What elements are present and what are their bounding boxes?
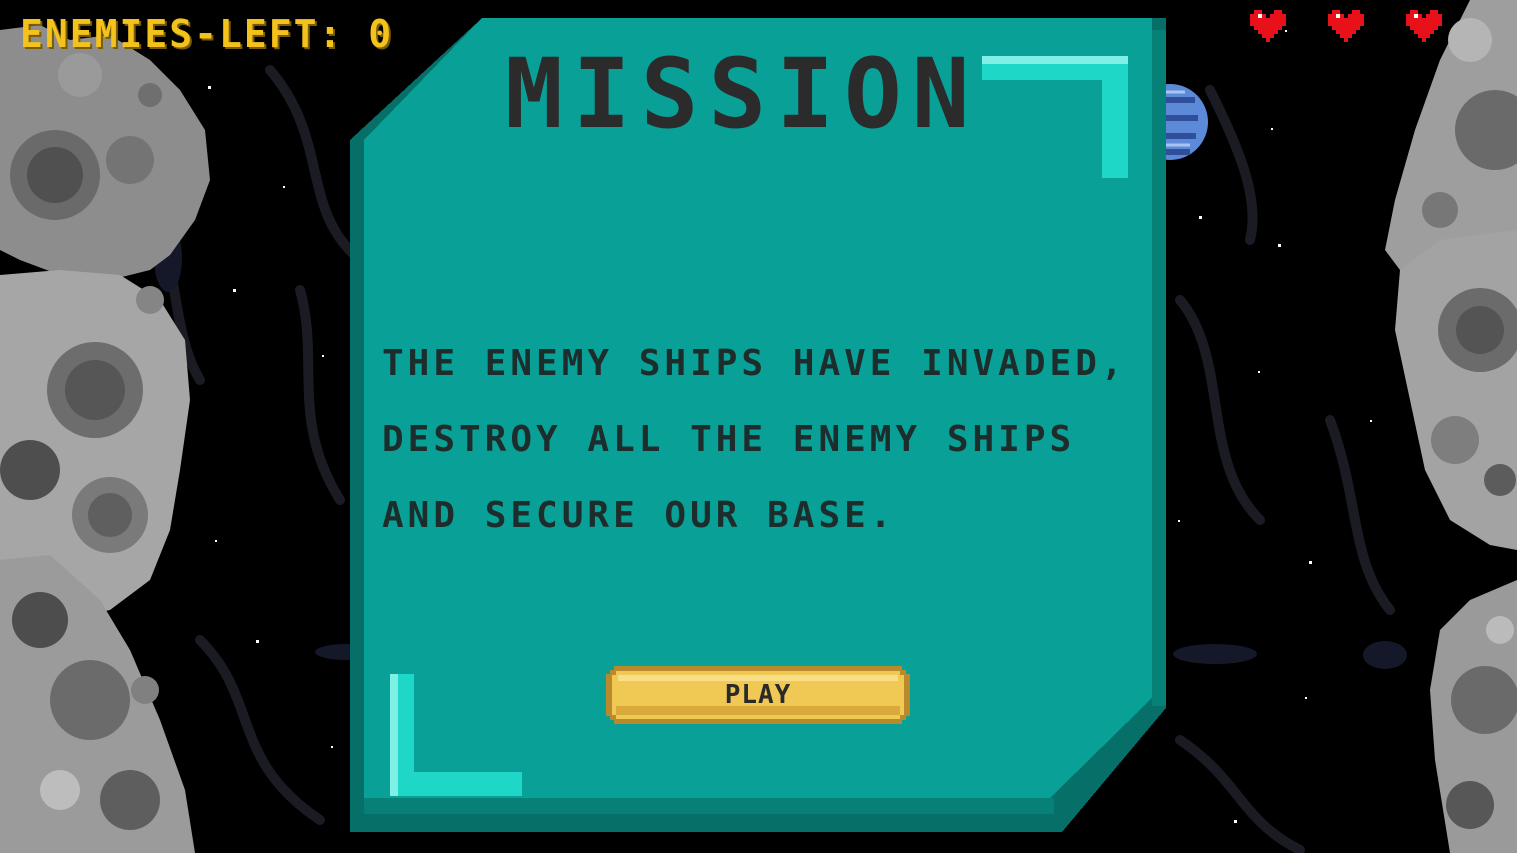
heart-icon xyxy=(1328,10,1364,42)
mission-line: THE ENEMY SHIPS HAVE INVADED, xyxy=(382,343,1127,384)
heart-icon xyxy=(1250,10,1286,42)
mission-line: AND SECURE OUR BASE. xyxy=(382,495,896,536)
mission-title: MISSION xyxy=(505,38,980,150)
lives-display xyxy=(1250,8,1442,44)
mission-panel: MISSION THE ENEMY SHIPS HAVE INVADED, DE… xyxy=(350,18,1168,834)
play-button-label: PLAY xyxy=(724,680,792,710)
enemies-left-counter: ENEMIES-LEFT: 0 xyxy=(20,12,394,56)
heart-icon xyxy=(1406,10,1442,42)
mission-description: THE ENEMY SHIPS HAVE INVADED, DESTROY AL… xyxy=(382,338,1142,566)
mission-line: DESTROY ALL THE ENEMY SHIPS xyxy=(382,419,1076,460)
play-button[interactable]: PLAY xyxy=(606,666,910,724)
